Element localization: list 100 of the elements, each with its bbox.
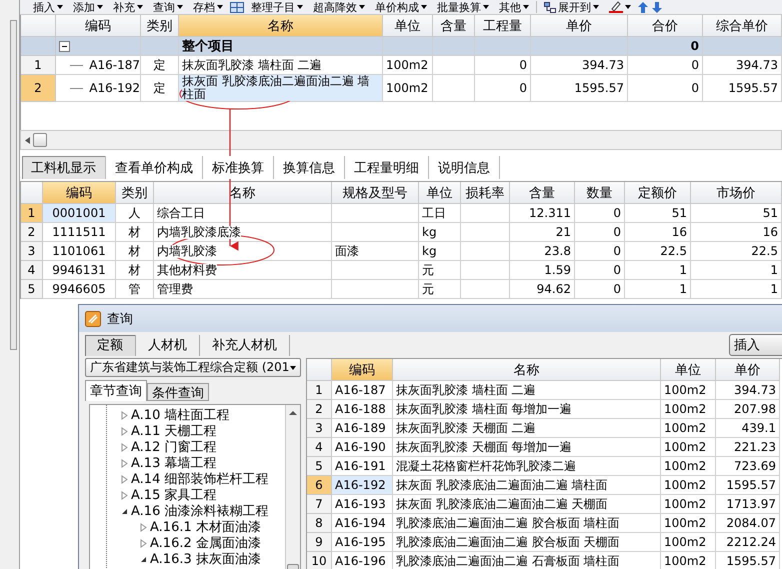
tab[interactable]: 章节查询 [85,380,147,401]
table-cell: kg [419,242,461,261]
toolbar-menu[interactable]: 其他 [496,0,532,14]
toolbar-menu[interactable]: 超高降效 [310,0,368,14]
tree-item[interactable]: A.16.2 金属面油漆 [150,534,261,552]
table-cell: 工日 [419,204,461,223]
row-number[interactable]: 3 [21,242,43,261]
table-cell: 抹灰面 乳胶漆底油二遍面油二遍 墙柱面 [393,476,661,495]
toolbar-menu[interactable]: 查询 [150,0,186,14]
row-number[interactable]: 2 [21,223,43,242]
table-cell: 2212.24 [716,533,780,552]
column-header[interactable]: 单价 [716,359,780,381]
table-cell: 抹灰面乳胶漆 天棚面 每增加一遍 [393,438,661,457]
row-number[interactable]: 7 [307,495,332,514]
tree-item[interactable]: A.11 天棚工程 [131,422,216,440]
row-number[interactable]: 2 [307,400,332,419]
column-header[interactable]: 综合单价 [703,15,782,37]
column-header[interactable]: 类别 [141,15,179,37]
column-header[interactable]: 名称 [393,359,661,381]
toolbar-menu[interactable]: 整理子目 [248,0,306,14]
insert-button[interactable]: 插入 [729,334,782,356]
tab[interactable]: 定额 [85,334,136,356]
table-cell: 1 [691,261,782,280]
table-cell: 0 [628,75,703,102]
table-cell: 100m2 [661,533,716,552]
table-cell: A16-187 [332,381,393,400]
tab[interactable]: 条件查询 [147,383,209,401]
table-cell: A16-188 [332,400,393,419]
row-number[interactable]: 1 [21,204,43,223]
column-header[interactable]: 市场价 [691,182,782,204]
tree-item[interactable]: A.14 细部装饰栏杆工程 [131,470,268,488]
table-cell: 抹灰面乳胶漆 墙柱面 二遍 [393,381,661,400]
column-header[interactable]: 单位 [419,182,461,204]
row-number[interactable]: 1 [21,56,56,75]
table-cell: 2084.07 [716,514,780,533]
column-header[interactable]: 含量 [510,182,575,204]
tree-item[interactable]: A.16.1 木材面油漆 [150,518,261,536]
row-number[interactable]: 6 [307,476,332,495]
column-header[interactable]: 编码 [43,182,116,204]
table-cell: 94.62 [510,280,575,299]
row-number[interactable]: 3 [307,419,332,438]
toolbar-menu[interactable]: 单价构成 [372,0,430,14]
column-header[interactable]: 名称 [179,15,383,37]
column-header[interactable]: 编码 [56,15,141,37]
tree-item[interactable]: A.15 家具工程 [131,486,216,504]
toolbar-menu[interactable]: 插入 [30,0,66,14]
column-header[interactable]: 单位 [661,359,716,381]
toolbar-menu[interactable]: 展开到 [541,0,602,14]
table-cell: 51 [625,204,691,223]
row-number[interactable]: 9 [307,533,332,552]
column-header[interactable]: 损耗率 [461,182,510,204]
tree-item[interactable]: A.16 油漆涂料裱糊工程 [131,502,268,520]
table-cell: 定 [141,56,179,75]
table-cell: 1101061 [43,242,116,261]
table-cell: 内墙乳胶漆 [154,242,332,261]
column-header[interactable]: 含量 [433,15,475,37]
tab[interactable]: 补充人材机 [200,334,290,356]
table-cell: 0 [628,37,703,56]
tab[interactable]: 工料机显示 [22,156,106,179]
column-header[interactable]: 数量 [575,182,625,204]
table-cell: 1595.57 [716,476,780,495]
column-header[interactable]: 编码 [332,359,393,381]
row-number[interactable]: 4 [307,438,332,457]
toolbar-menu[interactable]: 存档 [190,0,226,14]
table-cell: 439.1 [716,419,780,438]
table-cell: 乳胶漆底油二遍面油二遍 石膏板面 墙柱面 [393,552,661,569]
table-cell: 内墙乳胶漆底漆 [154,223,332,242]
tree-item[interactable]: A.12 门窗工程 [131,438,216,456]
table-cell: 51 [691,204,782,223]
row-number[interactable]: 5 [307,457,332,476]
table-cell: 723.69 [716,457,780,476]
table-cell: 材 [116,223,154,242]
column-header[interactable]: 规格及型号 [332,182,419,204]
toolbar-menu[interactable]: 补充 [110,0,146,14]
table-cell: 定 [141,75,179,102]
row-number[interactable]: 4 [21,261,43,280]
tree-item[interactable]: A.16.3 抹灰面油漆 [150,550,261,568]
column-header[interactable]: 定额价 [625,182,691,204]
row-number[interactable]: 10 [307,552,332,569]
row-number[interactable]: 2 [21,75,56,102]
column-header[interactable]: 单位 [383,15,433,37]
tree-item[interactable]: A.10 墙柱面工程 [131,406,230,424]
row-number[interactable]: 5 [21,280,43,299]
column-header[interactable]: 单价 [531,15,628,37]
table-cell: 抹灰面乳胶漆 墙柱面 二遍 [179,56,383,75]
table-cell: 23.8 [510,242,575,261]
row-number[interactable]: 1 [307,381,332,400]
toolbar-menu[interactable]: 批量换算 [434,0,492,14]
table-cell: 100m2 [383,56,433,75]
library-dropdown[interactable]: 广东省建筑与装饰工程综合定额 (201 [85,358,301,377]
tree-item[interactable]: A.13 幕墙工程 [131,454,216,472]
table-cell: 混凝土花格窗栏杆花饰乳胶漆二遍 [393,457,661,476]
column-header[interactable]: 类别 [116,182,154,204]
column-header[interactable]: 合价 [628,15,703,37]
row-number[interactable]: 8 [307,514,332,533]
table-cell: 9946131 [43,261,116,280]
toolbar-menu[interactable]: 添加 [70,0,106,14]
column-header[interactable]: 工程量 [475,15,531,37]
column-header[interactable]: 名称 [154,182,332,204]
tab[interactable]: 人材机 [136,334,200,356]
